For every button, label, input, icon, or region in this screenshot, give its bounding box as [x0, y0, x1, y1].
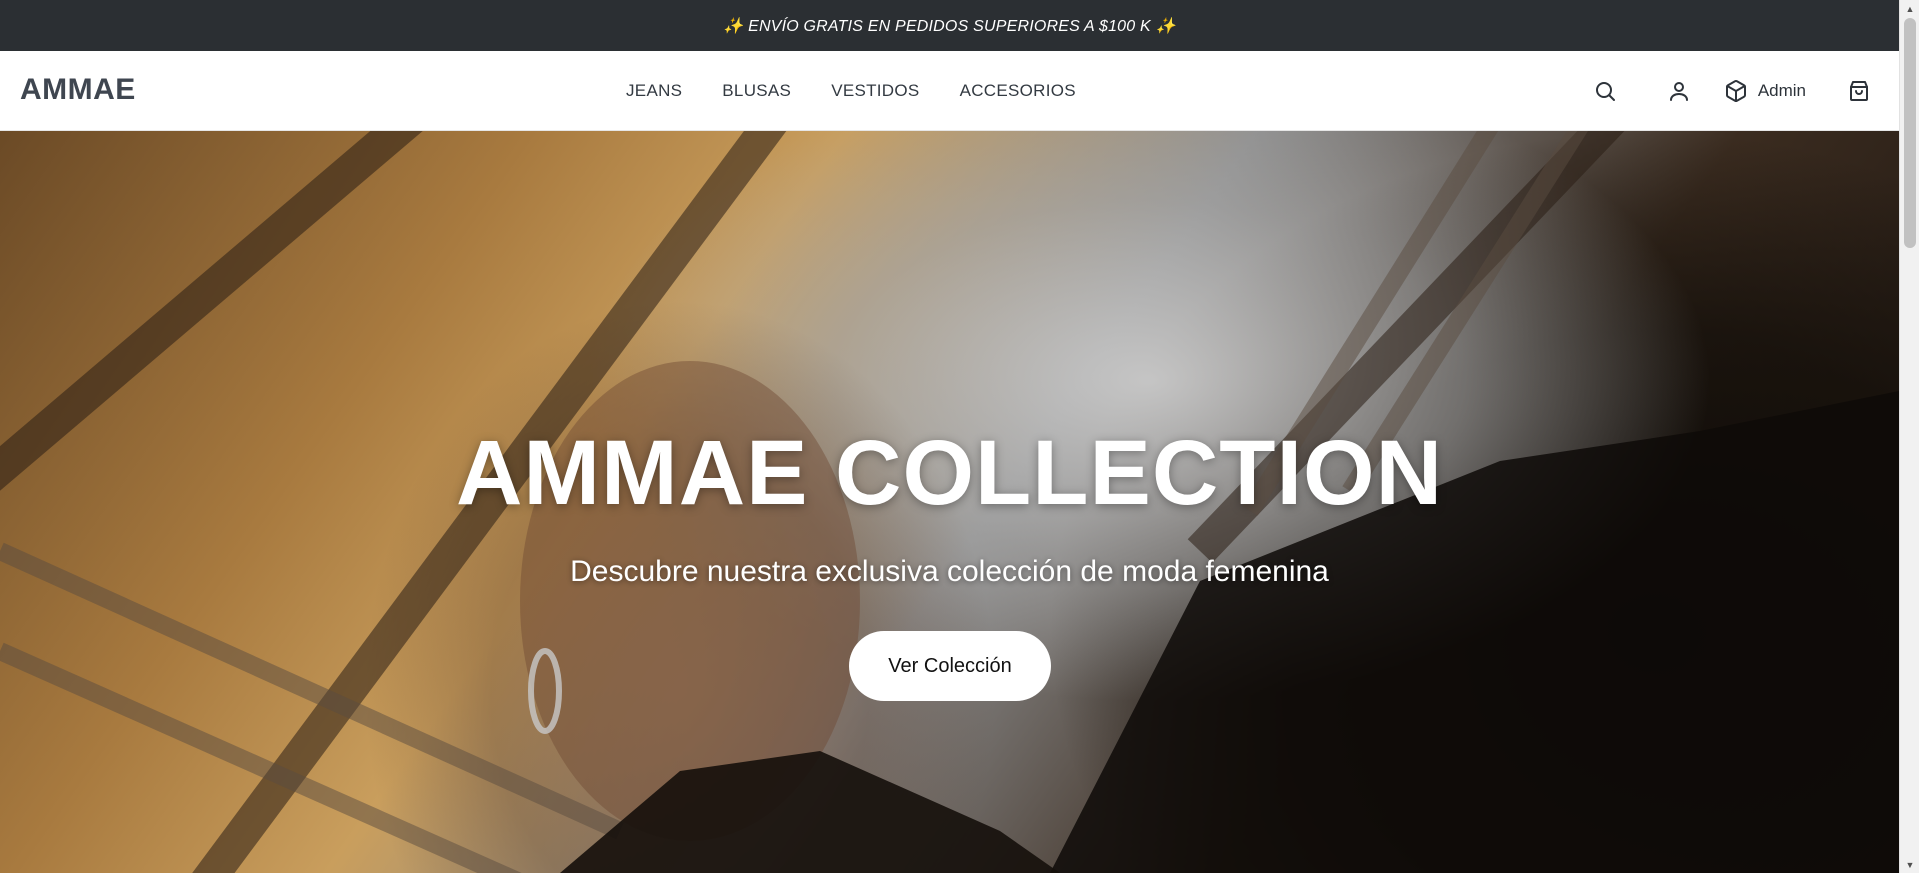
box-icon — [1725, 80, 1746, 102]
page: ✨ ENVÍO GRATIS EN PEDIDOS SUPERIORES A $… — [0, 0, 1919, 873]
view-collection-button[interactable]: Ver Colección — [849, 631, 1051, 701]
site-header: AMMAE JEANS BLUSAS VESTIDOS ACCESORIOS A… — [0, 51, 1899, 131]
user-icon — [1669, 82, 1688, 101]
announcement-text: ✨ ENVÍO GRATIS EN PEDIDOS SUPERIORES A $… — [723, 17, 1176, 35]
nav-item-accesorios[interactable]: ACCESORIOS — [960, 81, 1076, 101]
announcement-bar: ✨ ENVÍO GRATIS EN PEDIDOS SUPERIORES A $… — [0, 0, 1899, 51]
hero-banner: AMMAE COLLECTION Descubre nuestra exclus… — [0, 131, 1899, 873]
admin-label: Admin — [1757, 81, 1806, 100]
hero-title: AMMAE COLLECTION — [455, 422, 1444, 524]
site-logo[interactable]: AMMAE — [20, 73, 136, 107]
header-actions: Admin — [1590, 51, 1874, 131]
hero-content: AMMAE COLLECTION Descubre nuestra exclus… — [0, 131, 1899, 873]
cart-button[interactable] — [1844, 76, 1874, 106]
page-scrollbar[interactable]: ▲ ▼ — [1899, 0, 1919, 873]
main-nav: JEANS BLUSAS VESTIDOS ACCESORIOS — [626, 51, 1076, 131]
scroll-down-arrow-icon[interactable]: ▼ — [1900, 856, 1919, 873]
account-button[interactable] — [1664, 76, 1694, 106]
admin-button[interactable]: Admin — [1724, 79, 1806, 103]
scrollbar-thumb[interactable] — [1904, 18, 1916, 248]
nav-item-jeans[interactable]: JEANS — [626, 81, 682, 101]
nav-item-blusas[interactable]: BLUSAS — [722, 81, 791, 101]
scroll-up-arrow-icon[interactable]: ▲ — [1900, 0, 1919, 17]
nav-item-vestidos[interactable]: VESTIDOS — [831, 81, 919, 101]
search-button[interactable] — [1590, 76, 1620, 106]
search-icon — [1595, 82, 1615, 101]
hero-subtitle: Descubre nuestra exclusiva colección de … — [570, 555, 1329, 588]
shopping-bag-icon — [1850, 81, 1868, 101]
